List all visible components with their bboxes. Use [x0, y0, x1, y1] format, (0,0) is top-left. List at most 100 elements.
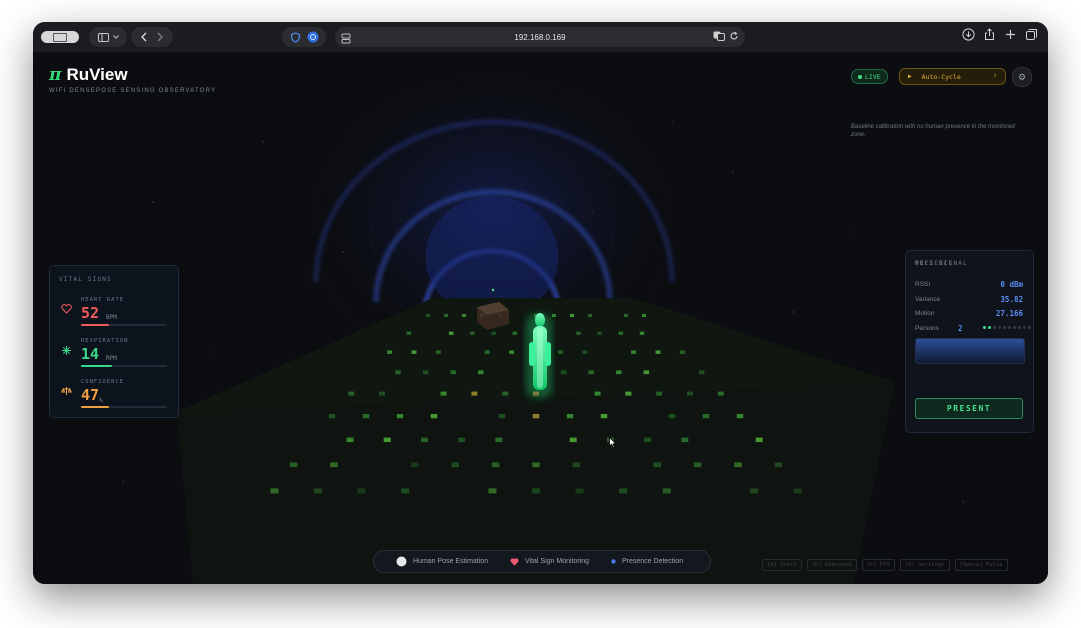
translate-icon[interactable]: [713, 31, 725, 41]
floor-tile: [619, 488, 628, 494]
confidence-bar: [81, 406, 167, 408]
play-icon: ▶: [908, 73, 912, 80]
heart-rate-metric: HEART RATE 52 BPM: [59, 297, 169, 333]
shortcut-hint: [F] FPS: [861, 559, 895, 571]
forward-icon[interactable]: [153, 31, 167, 43]
floor-tile: [642, 314, 646, 317]
floor-tile: [653, 462, 661, 468]
mode-select[interactable]: ▶ Auto-Cycle ⇳: [899, 68, 1006, 85]
floor-tile: [314, 488, 322, 494]
rssi-value: 0 dBm: [1000, 280, 1023, 289]
variance-row: Variance 35.82: [915, 295, 1023, 306]
person-slot-dot: [993, 326, 996, 329]
signal-graph: [915, 338, 1025, 364]
download-icon[interactable]: [962, 28, 975, 41]
feature-bar: Human Pose Estimation Vital Sign Monitor…: [373, 550, 711, 573]
rssi-label: RSSI: [915, 281, 931, 288]
floor-tile: [448, 331, 454, 335]
reload-icon[interactable]: [729, 31, 739, 41]
floor-tile: [387, 350, 393, 354]
feature-presence-detection[interactable]: Presence Detection: [611, 558, 683, 565]
floor-tile: [348, 391, 355, 396]
floor-tile: [736, 414, 744, 419]
heart-rate-label: HEART RATE: [81, 297, 125, 303]
gear-icon: ⚙: [1017, 71, 1027, 82]
floor-tile: [379, 391, 385, 396]
sidebar-toggle-button[interactable]: [89, 27, 127, 47]
floor-tile: [655, 350, 661, 354]
confidence-value: 47: [81, 386, 100, 404]
floor-tile: [411, 462, 419, 468]
floor-tile: [509, 350, 515, 354]
calibration-status: Baseline calibration with no human prese…: [851, 124, 1015, 138]
shortcut-hint: [D] Debounce: [806, 559, 857, 571]
floor-tile: [698, 370, 705, 375]
presence-dot-icon: [611, 559, 616, 564]
person-slot-dot: [983, 326, 986, 329]
floor-tile: [440, 391, 447, 396]
window-controls[interactable]: [41, 31, 79, 43]
floor-tile: [330, 462, 338, 468]
confidence-bar-fill: [81, 406, 110, 408]
floor-tile: [502, 391, 509, 396]
floor-tile: [557, 350, 563, 354]
variance-value: 35.82: [1000, 295, 1023, 304]
floor-tile: [624, 314, 628, 317]
floor-tile: [328, 414, 336, 419]
feature-pose-estimation[interactable]: Human Pose Estimation: [396, 556, 488, 567]
floor-tile: [560, 370, 567, 375]
share-icon[interactable]: [983, 28, 996, 41]
respiration-label: RESPIRATION: [81, 338, 129, 344]
floor-tile: [668, 414, 676, 419]
heart-rate-unit: BPM: [106, 314, 117, 321]
person-slot-dot: [1008, 326, 1011, 329]
floor-tile: [576, 331, 581, 335]
floor-tile: [631, 350, 637, 354]
sidebar-icon: [97, 32, 109, 42]
floor-tile: [406, 331, 412, 335]
floor-tile: [401, 488, 410, 494]
shield-icon[interactable]: [290, 31, 301, 43]
page-settings-icon[interactable]: [341, 31, 351, 49]
settings-button[interactable]: ⚙: [1012, 67, 1032, 87]
floor-tile: [594, 391, 601, 396]
extension-icon[interactable]: [307, 31, 319, 43]
tabs-overview-icon[interactable]: [1025, 28, 1038, 41]
feature-vital-label: Vital Sign Monitoring: [525, 558, 590, 565]
floor-tile: [289, 462, 298, 468]
mouse-cursor-icon: [609, 437, 617, 449]
floor-tile: [639, 331, 645, 335]
app-title: π RuView: [49, 65, 216, 85]
person-slot-dot: [988, 326, 991, 329]
floor-tile: [435, 350, 441, 354]
floor-tile: [702, 414, 710, 419]
motion-value: 27.166: [995, 309, 1023, 318]
app-title-text: RuView: [66, 65, 128, 84]
live-label: LIVE: [865, 72, 881, 81]
back-icon[interactable]: [137, 31, 151, 43]
presence-status-button[interactable]: PRESENT: [915, 398, 1023, 419]
floor-tile: [422, 370, 429, 375]
floor-tile: [411, 350, 417, 354]
respiration-bar: [81, 365, 167, 367]
heart-icon: [59, 302, 73, 316]
floor-tile: [383, 437, 391, 443]
feature-vital-monitoring[interactable]: Vital Sign Monitoring: [510, 557, 590, 566]
floor-tile: [430, 414, 438, 419]
motion-label: Motion: [915, 310, 935, 317]
floor-tile: [444, 314, 448, 317]
chevron-down-icon: [112, 35, 119, 39]
floor-tile: [597, 331, 602, 335]
keyboard-shortcuts: [A] Orbit [D] Debounce [F] FPS [S] Setti…: [762, 559, 1008, 571]
floor-tile: [662, 488, 671, 494]
floor-tile: [600, 414, 608, 419]
floor-tile: [618, 331, 624, 335]
address-bar[interactable]: 192.168.0.169: [335, 27, 745, 47]
pose-figure: [526, 313, 552, 398]
floor-tile: [362, 414, 370, 419]
app-viewport: π RuView WIFI DENSEPOSE SENSING OBSERVAT…: [33, 52, 1048, 584]
floor-tile: [491, 331, 496, 335]
navigation-buttons: [131, 27, 173, 47]
new-tab-icon[interactable]: [1004, 28, 1017, 41]
floor-tile: [471, 391, 478, 396]
